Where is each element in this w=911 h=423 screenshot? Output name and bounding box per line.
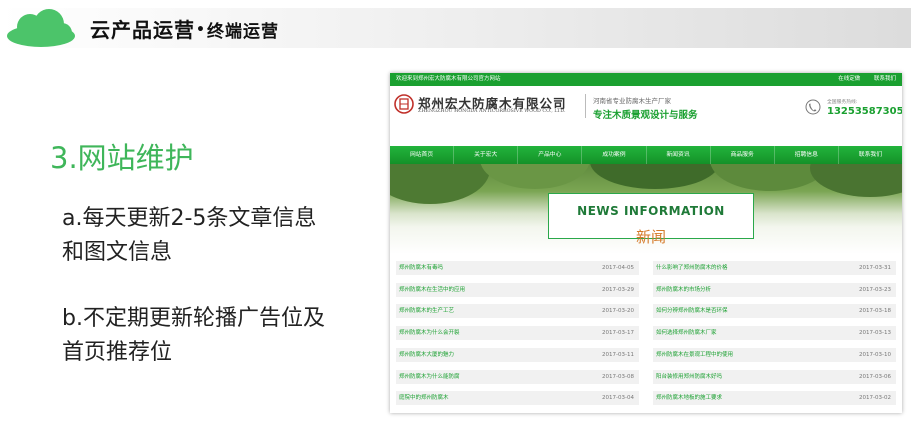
news-row-date: 2017-03-11: [602, 351, 634, 358]
news-row-title: 阳台装修用郑州防腐木好吗: [656, 373, 723, 380]
nav-services[interactable]: 商品服务: [711, 146, 775, 164]
banner-foliage: [810, 164, 902, 197]
topbar-links: 在线定做 联系我们: [826, 73, 896, 86]
news-row-title: 如何分辨郑州防腐木是否环保: [656, 308, 728, 315]
news-row-date: 2017-03-29: [602, 286, 634, 293]
news-row-left[interactable]: 郑州防腐木有毒吗 2017-04-05: [396, 261, 639, 275]
phone-label: 全国服务热线:: [827, 100, 858, 105]
tagline-service: 专注木质景观设计与服务: [593, 110, 698, 121]
news-row-date: 2017-03-31: [859, 265, 891, 271]
news-row-title: 郑州防腐木为什么会开裂: [399, 330, 460, 337]
news-row-title: 郑州防腐木为什么能防腐: [399, 373, 460, 380]
news-row-date: 2017-03-04: [602, 395, 634, 402]
news-row-title: 什么影响了郑州防腐木的价格: [656, 265, 728, 271]
news-row-title: 郑州防腐木的生产工艺: [399, 308, 455, 315]
slide-title-sub: 终端运营: [206, 22, 279, 42]
news-row-date: 2017-03-06: [859, 373, 891, 380]
news-row-title: 郑州防腐木大厦的魅力: [399, 351, 455, 358]
nav-home[interactable]: 网站首页: [390, 146, 455, 164]
news-row-title: 郑州防腐木在生活中的应用: [399, 286, 466, 293]
news-list: 郑州防腐木有毒吗 2017-04-05 郑州防腐木在生活中的应用 2017-03…: [396, 261, 896, 411]
news-row-title: 郑州防腐木的市场分析: [656, 286, 712, 293]
company-seal-icon: [394, 94, 414, 114]
news-row-date: 2017-03-08: [602, 373, 634, 380]
nav-news[interactable]: 新闻资讯: [647, 146, 711, 164]
news-row-right[interactable]: 郑州防腐木在景观工程中的使用 2017-03-10: [653, 347, 896, 362]
topbar-link-custom[interactable]: 在线定做: [838, 76, 860, 82]
news-row-date: 2017-03-17: [602, 330, 634, 337]
nav-contact[interactable]: 联系我们: [839, 146, 902, 164]
news-row-left[interactable]: 郑州防腐木为什么会开裂 2017-03-17: [396, 326, 639, 341]
banner-foliage: [390, 164, 490, 204]
nav-about[interactable]: 关于宏大: [454, 146, 519, 164]
news-row-left[interactable]: 郑州防腐木为什么能防腐 2017-03-08: [396, 369, 639, 384]
logo-divider: [585, 94, 586, 118]
news-row-date: 2017-03-02: [859, 395, 891, 402]
bullet-daily-update: a.每天更新2-5条文章信息和图文信息: [62, 206, 317, 265]
news-row-date: 2017-03-13: [859, 330, 891, 337]
news-row-left[interactable]: 庭院中的郑州防腐木 2017-03-04: [396, 391, 639, 406]
phone-number[interactable]: 13253587305: [827, 106, 902, 117]
nav-products[interactable]: 产品中心: [518, 146, 583, 164]
site-nav: 网站首页 关于宏大 产品中心 成功案例 新闻资讯 商品服务 招聘信息 联系我们: [390, 146, 902, 164]
news-row-title: 庭院中的郑州防腐木: [399, 395, 449, 402]
topbar-link-contact[interactable]: 联系我们: [874, 76, 896, 82]
news-row-right[interactable]: 如何分辨郑州防腐木是否环保 2017-03-18: [653, 304, 896, 319]
bullet-banner-update: b.不定期更新轮播广告位及首页推荐位: [62, 306, 325, 365]
tagline-manufacturer: 河南省专业防腐木生产厂家: [593, 97, 671, 105]
news-row-right[interactable]: 郑州防腐木地板的施工要求 2017-03-02: [653, 391, 896, 406]
banner-foliage: [480, 164, 590, 189]
company-english-name: ZHENGZHOU HONGDA ANTICORROSIVE WOOD CO.,…: [418, 109, 566, 114]
cloud-icon: [7, 9, 75, 47]
site-topbar: 欢迎来到郑州宏大防腐木有限公司官方网站 在线定做 联系我们: [390, 73, 902, 86]
news-row-right[interactable]: 什么影响了郑州防腐木的价格 2017-03-31: [653, 261, 896, 275]
news-row-date: 2017-03-10: [859, 351, 891, 358]
news-row-title: 郑州防腐木在景观工程中的使用: [656, 351, 734, 358]
slide-title-main: 云产品运营: [90, 18, 195, 42]
news-banner: NEWS INFORMATION 新闻: [390, 164, 902, 254]
news-row-right[interactable]: 如何选择郑州防腐木厂家 2017-03-13: [653, 326, 896, 341]
news-row-title: 郑州防腐木有毒吗: [399, 265, 444, 271]
nav-jobs[interactable]: 招聘信息: [775, 146, 839, 164]
news-row-left[interactable]: 郑州防腐木在生活中的应用 2017-03-29: [396, 282, 639, 297]
news-title-cn: 新闻: [635, 228, 666, 246]
news-row-title: 郑州防腐木地板的施工要求: [656, 395, 723, 402]
news-row-left[interactable]: 郑州防腐木的生产工艺 2017-03-20: [396, 304, 639, 319]
news-row-title: 如何选择郑州防腐木厂家: [656, 330, 717, 337]
news-row-date: 2017-04-05: [602, 265, 634, 271]
slide-title-dot: •: [196, 22, 206, 38]
news-row-right[interactable]: 郑州防腐木的市场分析 2017-03-23: [653, 282, 896, 297]
nav-cases[interactable]: 成功案例: [582, 146, 647, 164]
phone-icon: [805, 99, 821, 115]
news-row-date: 2017-03-23: [859, 286, 891, 293]
slide: 云产品运营•终端运营 3.网站维护 a.每天更新2-5条文章信息和图文信息 b.…: [0, 0, 911, 423]
news-row-date: 2017-03-20: [602, 308, 634, 315]
website-screenshot: 欢迎来到郑州宏大防腐木有限公司官方网站 在线定做 联系我们 郑州宏大防腐木有限公…: [390, 73, 902, 413]
section-title: 3.网站维护: [50, 141, 194, 175]
slide-title: 云产品运营•终端运营: [90, 14, 279, 43]
banner-foliage: [590, 164, 720, 189]
news-title-en: NEWS INFORMATION: [577, 204, 725, 218]
topbar-welcome: 欢迎来到郑州宏大防腐木有限公司官方网站: [396, 76, 501, 82]
news-row-date: 2017-03-18: [859, 308, 891, 315]
news-information-box: NEWS INFORMATION 新闻: [548, 193, 754, 246]
news-row-right[interactable]: 阳台装修用郑州防腐木好吗 2017-03-06: [653, 369, 896, 384]
news-row-left[interactable]: 郑州防腐木大厦的魅力 2017-03-11: [396, 347, 639, 362]
